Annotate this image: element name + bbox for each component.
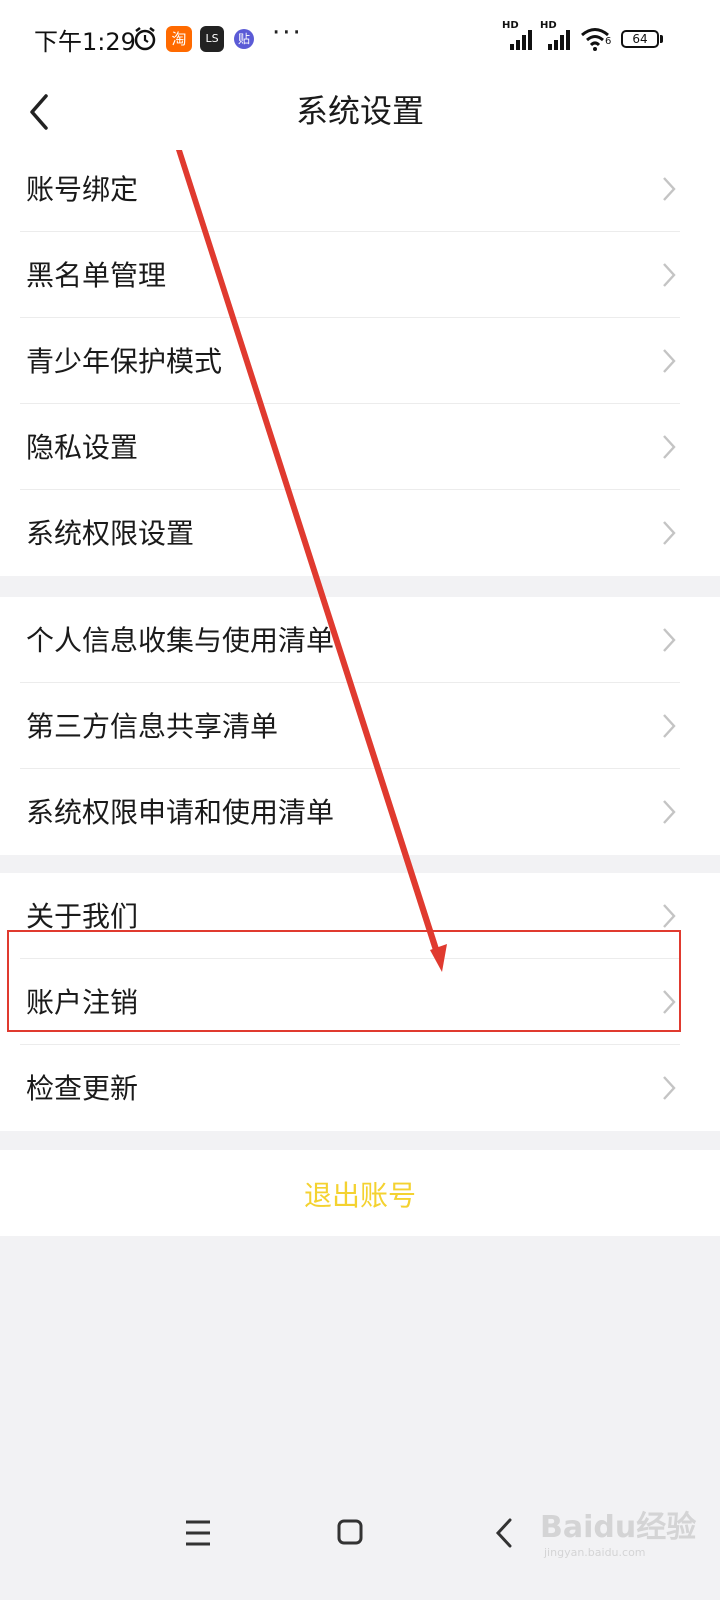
settings-item-permission-usage-list[interactable]: 系统权限申请和使用清单 xyxy=(0,769,720,855)
page-title: 系统设置 xyxy=(295,92,424,130)
settings-item-system-permissions[interactable]: 系统权限设置 xyxy=(0,490,720,576)
menu-icon[interactable] xyxy=(168,1508,228,1558)
signal-1-icon: HD xyxy=(502,20,534,52)
wifi-level: 6 xyxy=(605,36,612,47)
chevron-right-icon xyxy=(663,990,676,1014)
logout-button[interactable]: 退出账号 xyxy=(0,1150,720,1236)
chevron-right-icon xyxy=(663,521,676,545)
chevron-right-icon xyxy=(663,628,676,652)
chevron-right-icon xyxy=(663,1076,676,1100)
alarm-icon xyxy=(134,27,156,51)
top-bar: 下午1:29 淘 LS 贴 ··· HD HD 6 64 系统设置 xyxy=(0,0,720,150)
chevron-right-icon xyxy=(663,349,676,373)
app-icon: LS xyxy=(200,26,224,52)
settings-item-label: 青少年保护模式 xyxy=(26,345,223,378)
settings-item-check-update[interactable]: 检查更新 xyxy=(0,1045,720,1131)
settings-item-label: 系统权限设置 xyxy=(26,517,195,550)
settings-item-label: 个人信息收集与使用清单 xyxy=(26,624,335,657)
logout-label: 退出账号 xyxy=(303,1179,416,1212)
settings-item-privacy[interactable]: 隐私设置 xyxy=(0,404,720,490)
settings-item-label: 系统权限申请和使用清单 xyxy=(26,796,335,829)
settings-item-account-deletion[interactable]: 账户注销 xyxy=(0,959,720,1045)
navigation-header: 系统设置 xyxy=(0,80,720,150)
battery-cap xyxy=(660,35,663,43)
settings-group-about: 关于我们 账户注销 检查更新 xyxy=(0,873,720,1131)
home-icon[interactable] xyxy=(320,1508,380,1558)
settings-item-label: 黑名单管理 xyxy=(26,259,167,292)
settings-item-third-party-list[interactable]: 第三方信息共享清单 xyxy=(0,683,720,769)
status-bar: 下午1:29 淘 LS 贴 ··· HD HD 6 64 xyxy=(0,0,720,80)
chevron-right-icon xyxy=(663,263,676,287)
more-notifications-icon: ··· xyxy=(272,18,303,48)
taobao-icon: 淘 xyxy=(166,26,192,52)
battery-icon: 64 xyxy=(621,30,659,48)
back-icon[interactable] xyxy=(474,1508,534,1558)
settings-item-account-binding[interactable]: 账号绑定 xyxy=(0,146,720,232)
settings-item-label: 检查更新 xyxy=(26,1072,139,1105)
settings-item-label: 账户注销 xyxy=(26,986,139,1019)
settings-item-blacklist[interactable]: 黑名单管理 xyxy=(0,232,720,318)
watermark-brand: Baidu经验 xyxy=(540,1510,697,1545)
signal-2-icon: HD xyxy=(540,20,572,52)
settings-item-youth-mode[interactable]: 青少年保护模式 xyxy=(0,318,720,404)
settings-group-account: 账号绑定 黑名单管理 青少年保护模式 隐私设置 系统权限设置 xyxy=(0,146,720,576)
settings-item-about-us[interactable]: 关于我们 xyxy=(0,873,720,959)
baidu-jingyan-watermark: Baidu经验 jingyan.baidu.com xyxy=(540,1500,710,1570)
watermark-url: jingyan.baidu.com xyxy=(544,1546,646,1559)
settings-item-label: 隐私设置 xyxy=(26,431,139,464)
chevron-right-icon xyxy=(663,904,676,928)
settings-item-personal-info-list[interactable]: 个人信息收集与使用清单 xyxy=(0,597,720,683)
chevron-right-icon xyxy=(663,714,676,738)
chevron-right-icon xyxy=(663,177,676,201)
chevron-right-icon xyxy=(663,800,676,824)
settings-item-label: 关于我们 xyxy=(26,900,139,933)
battery-level: 64 xyxy=(632,32,648,46)
status-time: 下午1:29 xyxy=(34,28,136,56)
settings-item-label: 第三方信息共享清单 xyxy=(26,710,279,743)
settings-item-label: 账号绑定 xyxy=(26,173,139,206)
chevron-right-icon xyxy=(663,435,676,459)
settings-group-info-lists: 个人信息收集与使用清单 第三方信息共享清单 系统权限申请和使用清单 xyxy=(0,597,720,855)
tieba-icon: 贴 xyxy=(234,29,254,49)
